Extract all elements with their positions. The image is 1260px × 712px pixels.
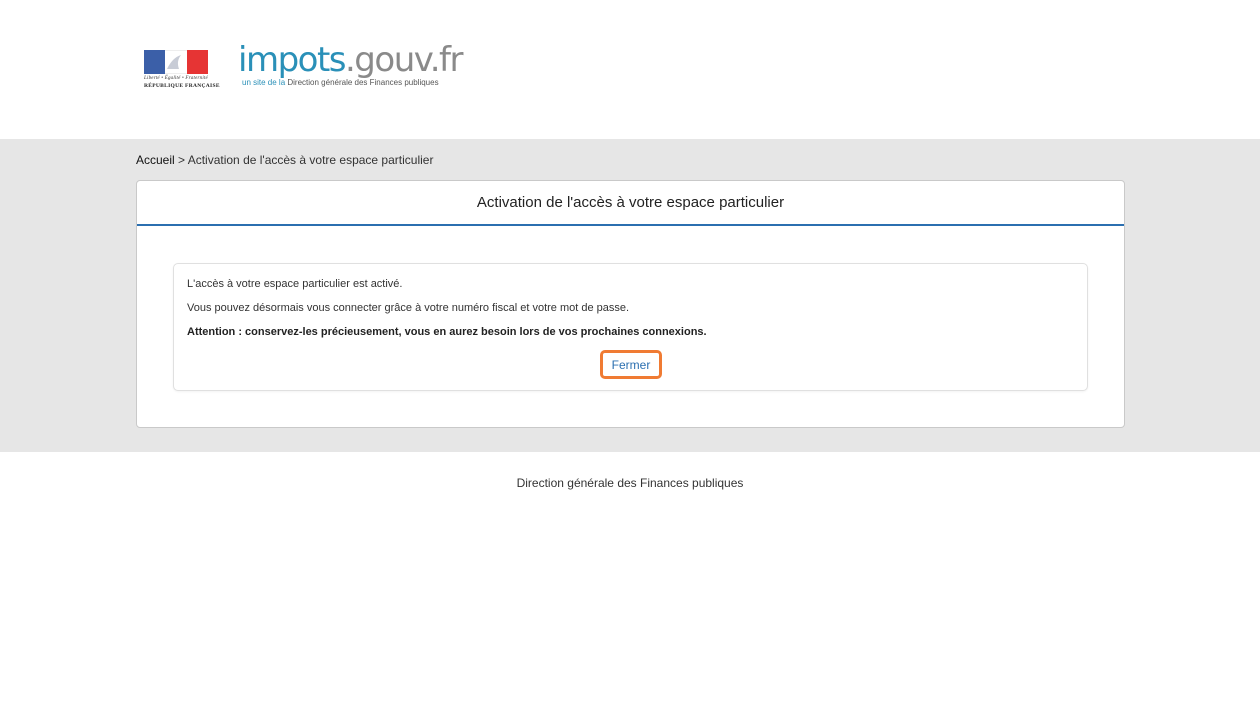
site-name: impots.gouv.fr	[238, 38, 463, 82]
close-button[interactable]: Fermer	[600, 350, 662, 379]
breadcrumb-current: Activation de l'accès à votre espace par…	[187, 153, 434, 167]
gov-name: RÉPUBLIQUE FRANÇAISE	[144, 83, 220, 89]
site-name-part2: .gouv.fr	[345, 40, 463, 80]
impots-gouv-logo[interactable]: impots.gouv.fr un site de la Direction g…	[238, 38, 463, 87]
footer: Direction générale des Finances publique…	[0, 476, 1260, 490]
site-tagline: un site de la Direction générale des Fin…	[242, 78, 462, 87]
panel-header: Activation de l'accès à votre espace par…	[137, 181, 1124, 226]
republique-francaise-logo[interactable]: Liberté • Égalité • Fraternité RÉPUBLIQU…	[144, 50, 220, 92]
site-header: Liberté • Égalité • Fraternité RÉPUBLIQU…	[0, 0, 1260, 139]
confirmation-message: L'accès à votre espace particulier est a…	[187, 278, 403, 290]
footer-text: Direction générale des Finances publique…	[516, 476, 744, 490]
tagline-part2: Direction générale des Finances publique…	[287, 78, 439, 87]
info-message: Vous pouvez désormais vous connecter grâ…	[187, 302, 630, 314]
panel-title: Activation de l'accès à votre espace par…	[476, 194, 785, 211]
activation-panel: Activation de l'accès à votre espace par…	[136, 180, 1125, 428]
tagline-part1: un site de la	[242, 78, 288, 87]
site-name-part1: impots	[238, 40, 347, 80]
breadcrumb: Accueil > Activation de l'accès à votre …	[136, 153, 433, 167]
french-flag-icon	[144, 50, 208, 74]
gov-motto: Liberté • Égalité • Fraternité	[144, 76, 208, 81]
message-box: L'accès à votre espace particulier est a…	[173, 263, 1088, 391]
warning-message: Attention : conservez-les précieusement,…	[187, 326, 707, 338]
breadcrumb-separator: >	[174, 153, 188, 167]
breadcrumb-home-link[interactable]: Accueil	[136, 153, 175, 167]
